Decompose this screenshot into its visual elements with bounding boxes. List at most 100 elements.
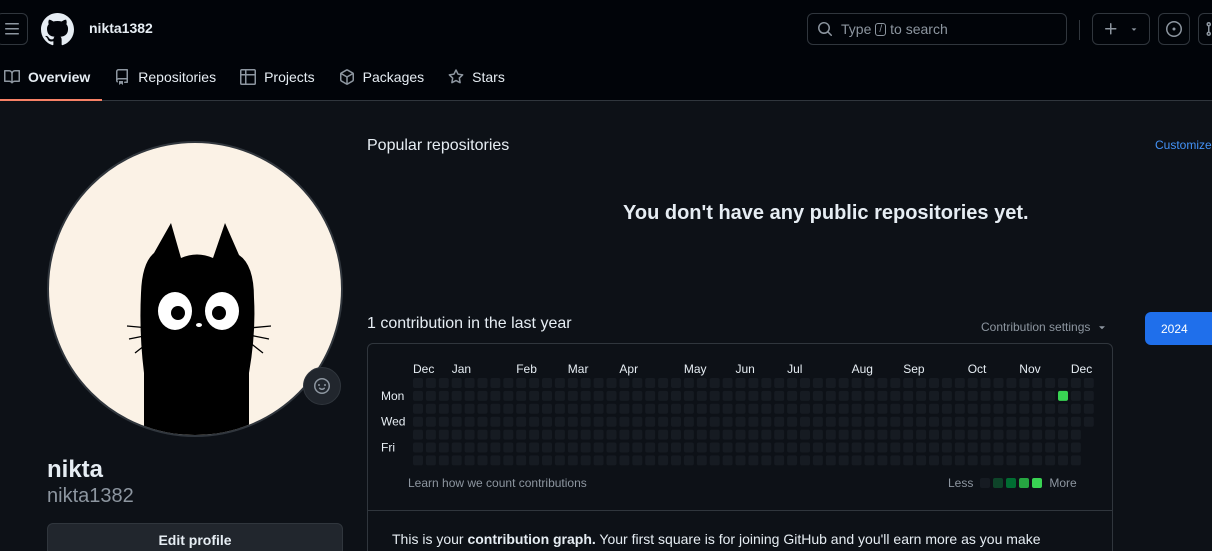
contribution-day[interactable] <box>451 378 462 388</box>
contribution-day[interactable] <box>993 429 1004 440</box>
contribution-day[interactable] <box>696 455 707 466</box>
contribution-day[interactable] <box>1032 390 1043 401</box>
contribution-day[interactable] <box>812 455 823 466</box>
contribution-day[interactable] <box>941 403 952 414</box>
contribution-day[interactable] <box>671 390 681 401</box>
contribution-day[interactable] <box>993 378 1004 388</box>
contribution-day[interactable] <box>825 390 836 401</box>
contribution-day[interactable] <box>464 403 475 414</box>
contribution-day[interactable] <box>993 416 1004 427</box>
contribution-day[interactable] <box>425 403 436 414</box>
contribution-day[interactable] <box>658 390 669 401</box>
contribution-day[interactable] <box>658 455 669 466</box>
contribution-day[interactable] <box>890 429 901 440</box>
contribution-day[interactable] <box>490 403 501 414</box>
contribution-day[interactable] <box>554 403 565 414</box>
contribution-day[interactable] <box>542 416 552 427</box>
contribution-day[interactable] <box>774 429 785 440</box>
contribution-day[interactable] <box>658 378 669 388</box>
contribution-day[interactable] <box>916 429 927 440</box>
contribution-day[interactable] <box>864 403 875 414</box>
contribution-day[interactable] <box>683 455 694 466</box>
contribution-day[interactable] <box>438 378 449 388</box>
contribution-day[interactable] <box>1032 378 1043 388</box>
contribution-day[interactable] <box>1006 429 1017 440</box>
contribution-day[interactable] <box>632 442 643 453</box>
contribution-day[interactable] <box>593 390 604 401</box>
contribution-day[interactable] <box>567 455 578 466</box>
contribution-day[interactable] <box>851 378 862 388</box>
contribution-day[interactable] <box>503 416 514 427</box>
contribution-day[interactable] <box>619 403 630 414</box>
contribution-day[interactable] <box>954 403 965 414</box>
contribution-day[interactable] <box>1006 455 1017 466</box>
contribution-day[interactable] <box>877 416 888 427</box>
contribution-day[interactable] <box>1058 429 1068 440</box>
contribution-day[interactable] <box>941 378 952 388</box>
contribution-day[interactable] <box>1019 378 1030 388</box>
contribution-day[interactable] <box>593 403 604 414</box>
contribution-day[interactable] <box>503 429 514 440</box>
contribution-day[interactable] <box>516 378 527 388</box>
contribution-day[interactable] <box>645 403 656 414</box>
contribution-day[interactable] <box>425 390 436 401</box>
contribution-day[interactable] <box>735 455 746 466</box>
contribution-day[interactable] <box>683 442 694 453</box>
contribution-day[interactable] <box>812 403 823 414</box>
contribution-day[interactable] <box>490 390 501 401</box>
contribution-day[interactable] <box>864 378 875 388</box>
contribution-day[interactable] <box>903 429 914 440</box>
contribution-day[interactable] <box>516 429 527 440</box>
contribution-day[interactable] <box>890 455 901 466</box>
contribution-day[interactable] <box>606 390 617 401</box>
contribution-day[interactable] <box>941 455 952 466</box>
contribution-day[interactable] <box>438 416 449 427</box>
contribution-day[interactable] <box>1006 390 1017 401</box>
contribution-day[interactable] <box>980 403 991 414</box>
contribution-day[interactable] <box>709 416 720 427</box>
contribution-day[interactable] <box>967 455 978 466</box>
contribution-day[interactable] <box>1032 416 1043 427</box>
contribution-day[interactable] <box>812 442 823 453</box>
contribution-day[interactable] <box>425 429 436 440</box>
contribution-day[interactable] <box>645 390 656 401</box>
contribution-day[interactable] <box>967 416 978 427</box>
contribution-day[interactable] <box>774 455 785 466</box>
avatar[interactable] <box>47 141 343 437</box>
contribution-day[interactable] <box>413 455 423 466</box>
contribution-day[interactable] <box>529 378 540 388</box>
contribution-day[interactable] <box>851 416 862 427</box>
contribution-day[interactable] <box>645 378 656 388</box>
contribution-day[interactable] <box>761 429 772 440</box>
contribution-day[interactable] <box>645 455 656 466</box>
contribution-day[interactable] <box>903 416 914 427</box>
contribution-day[interactable] <box>877 455 888 466</box>
contribution-day[interactable] <box>735 378 746 388</box>
contribution-day[interactable] <box>877 429 888 440</box>
contribution-day[interactable] <box>503 390 514 401</box>
contribution-day[interactable] <box>696 416 707 427</box>
contribution-day[interactable] <box>954 416 965 427</box>
contribution-day[interactable] <box>632 403 643 414</box>
contribution-day[interactable] <box>671 455 681 466</box>
contribution-day[interactable] <box>580 455 591 466</box>
contribution-day[interactable] <box>464 442 475 453</box>
contribution-day[interactable] <box>671 429 681 440</box>
contribution-day[interactable] <box>1083 416 1094 427</box>
contribution-day[interactable] <box>1070 378 1081 388</box>
contribution-day[interactable] <box>1006 416 1017 427</box>
contribution-day[interactable] <box>490 442 501 453</box>
contribution-day[interactable] <box>980 378 991 388</box>
contribution-day[interactable] <box>658 416 669 427</box>
contribution-day[interactable] <box>774 390 785 401</box>
contribution-day[interactable] <box>683 429 694 440</box>
contribution-day[interactable] <box>722 442 733 453</box>
contribution-day[interactable] <box>619 455 630 466</box>
contribution-day[interactable] <box>683 416 694 427</box>
contribution-day[interactable] <box>864 429 875 440</box>
contribution-day[interactable] <box>542 403 552 414</box>
contribution-day[interactable] <box>438 390 449 401</box>
contribution-day[interactable] <box>580 429 591 440</box>
contribution-day[interactable] <box>916 455 927 466</box>
contribution-day[interactable] <box>980 429 991 440</box>
